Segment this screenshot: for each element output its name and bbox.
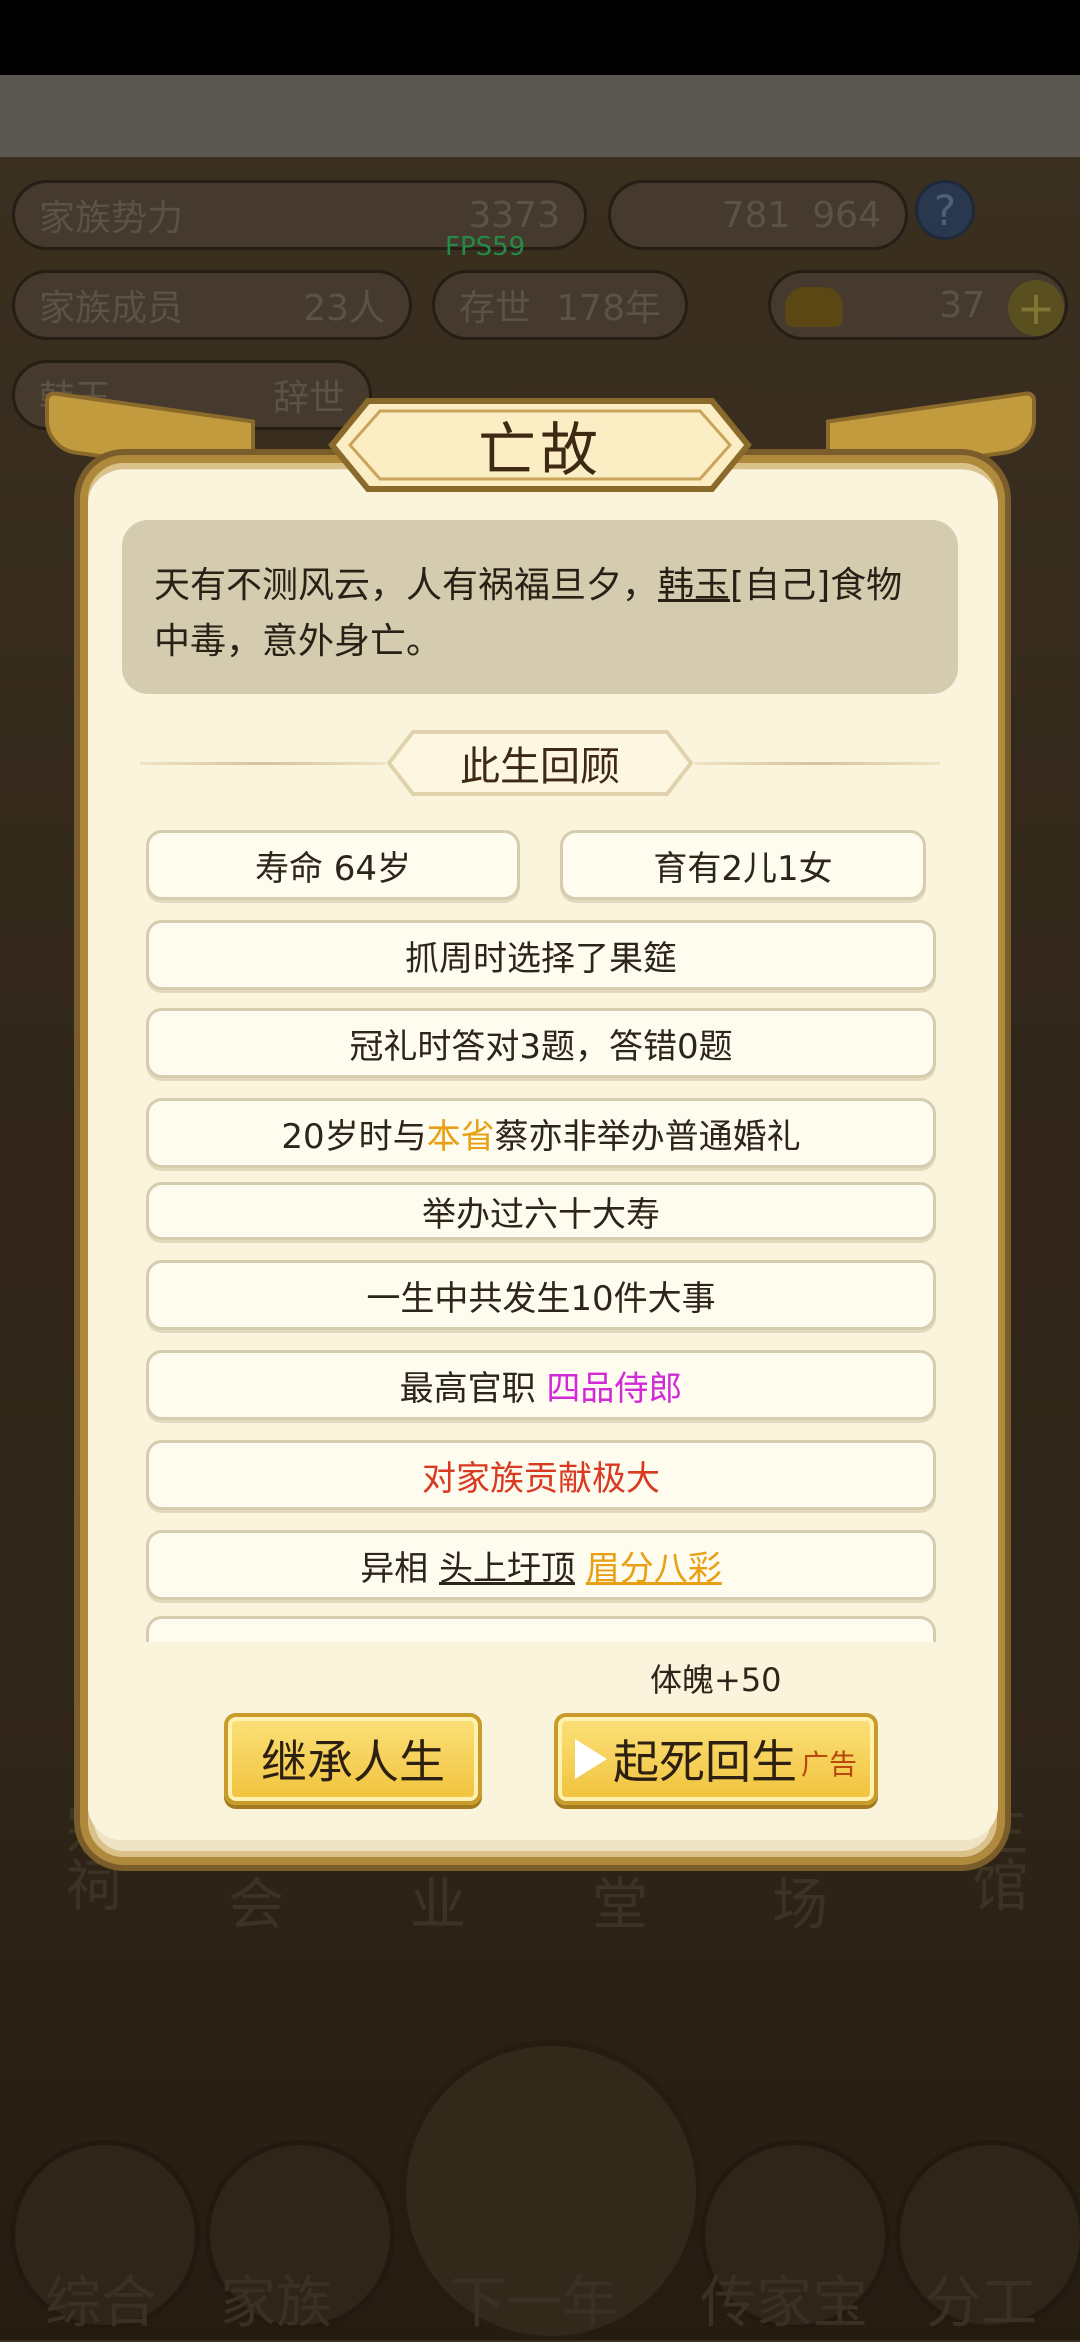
- bonus-text: 体魄+50: [650, 1661, 782, 1699]
- marriage-item: 20岁时与 本省 蔡亦非举办普通婚礼: [146, 1098, 936, 1168]
- inherit-life-button[interactable]: 继承人生: [224, 1713, 482, 1805]
- office-item: 最高官职 四品侍郎: [146, 1350, 936, 1420]
- revive-ad-button[interactable]: 起死回生 广告: [554, 1713, 878, 1805]
- life-review-title: 此生回顾: [460, 744, 620, 790]
- ad-tag: 广告: [800, 1748, 857, 1781]
- play-icon: [574, 1739, 607, 1779]
- life-review-list[interactable]: 寿命 64岁 育有2儿1女 抓周时选择了果筵 冠礼时答对3题，答错0题 20岁时…: [140, 820, 940, 1642]
- guanli-item: 冠礼时答对3题，答错0题: [146, 1008, 936, 1078]
- revive-label: 起死回生: [612, 1735, 797, 1789]
- feature-link[interactable]: 头上圩顶: [439, 1541, 575, 1590]
- description-text: 天有不测风云，人有祸福旦夕，: [154, 565, 659, 606]
- dialog-title: 亡故: [477, 416, 602, 484]
- inherit-life-label: 继承人生: [261, 1735, 445, 1789]
- top-bar: [0, 75, 1080, 157]
- marriage-text: 蔡亦非举办普通婚礼: [494, 1116, 801, 1157]
- events-item: 一生中共发生10件大事: [146, 1260, 936, 1330]
- feature-link[interactable]: 眉分八彩: [586, 1541, 722, 1590]
- birthday-item: 举办过六十大寿: [146, 1182, 936, 1240]
- features-item: 异相 头上圩顶 眉分八彩: [146, 1530, 936, 1600]
- person-name-link[interactable]: 韩玉: [658, 565, 730, 606]
- divider: [140, 762, 385, 765]
- divider: [695, 762, 940, 765]
- death-description: 天有不测风云，人有祸福旦夕，韩玉[自己]食物中毒，意外身亡。: [122, 520, 958, 694]
- office-label: 最高官职: [399, 1368, 536, 1409]
- status-bar: [0, 0, 1080, 75]
- children-item: 育有2儿1女: [560, 830, 926, 900]
- features-label: 异相: [360, 1548, 429, 1589]
- marriage-highlight: 本省: [426, 1116, 495, 1157]
- marriage-text: 20岁时与: [281, 1116, 427, 1157]
- zhuazhou-item: 抓周时选择了果筵: [146, 920, 936, 990]
- lifespan-item: 寿命 64岁: [146, 830, 520, 900]
- office-value: 四品侍郎: [546, 1368, 683, 1409]
- contribution-item: 对家族贡献极大: [146, 1440, 936, 1510]
- list-item-partial: [146, 1616, 936, 1642]
